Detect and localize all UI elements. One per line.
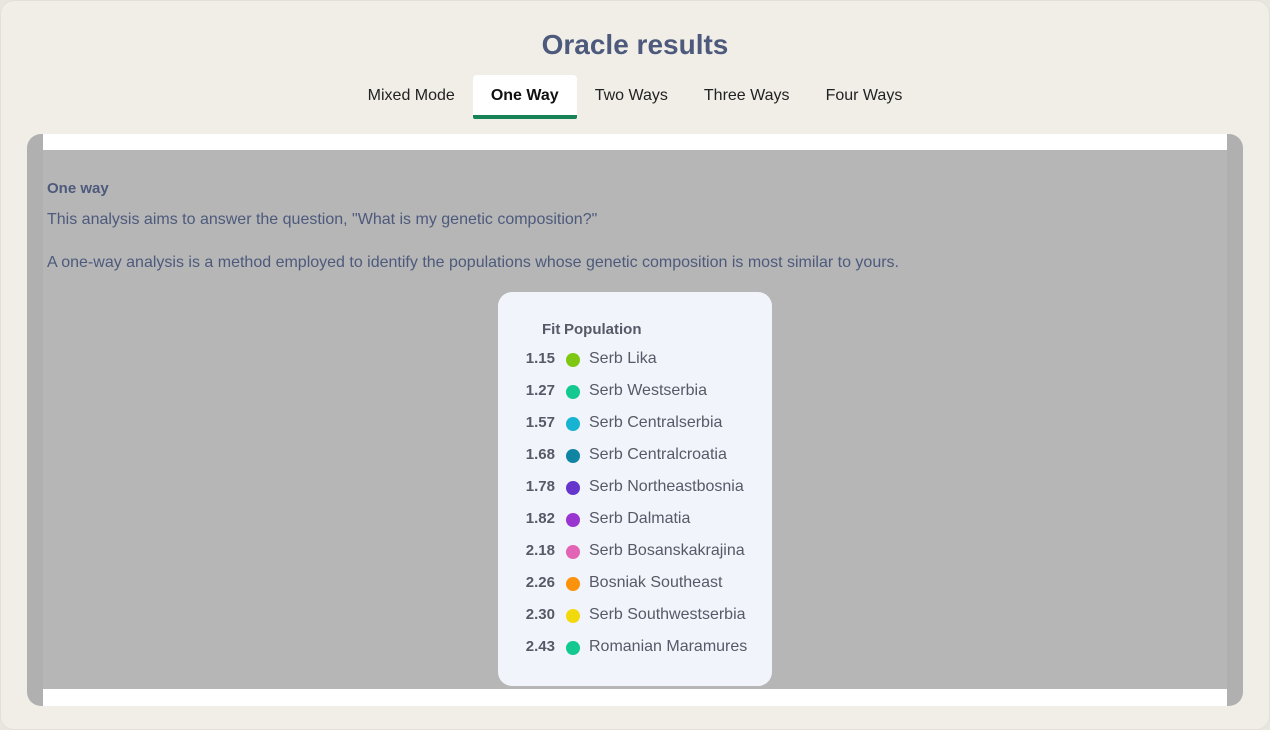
- result-row: 1.82 Serb Dalmatia: [498, 510, 772, 542]
- result-row: 2.43 Romanian Maramures: [498, 638, 772, 670]
- population-color-dot: [566, 545, 580, 559]
- population-name: Serb Centralserbia: [589, 414, 723, 431]
- population-color-dot: [566, 641, 580, 655]
- fit-value: 2.43: [525, 638, 555, 655]
- description-method: A one-way analysis is a method employed …: [47, 254, 899, 271]
- tab-three-ways[interactable]: Three Ways: [686, 75, 808, 119]
- fit-column-header: Fit: [542, 321, 561, 338]
- description-question: This analysis aims to answer the questio…: [47, 211, 598, 228]
- population-color-dot: [566, 481, 580, 495]
- page-title: Oracle results: [541, 29, 729, 60]
- fit-value: 2.18: [525, 542, 555, 559]
- fit-value: 1.57: [525, 414, 555, 431]
- population-color-dot: [566, 449, 580, 463]
- population-color-dot: [566, 417, 580, 431]
- population-color-dot: [566, 609, 580, 623]
- population-color-dot: [566, 577, 580, 591]
- result-row: 1.78 Serb Northeastbosnia: [498, 478, 772, 510]
- population-column-header: Population: [564, 321, 642, 338]
- result-row: 1.57 Serb Centralserbia: [498, 414, 772, 446]
- population-name: Romanian Maramures: [589, 638, 748, 655]
- result-row: 2.30 Serb Southwestserbia: [498, 606, 772, 638]
- result-row: 1.15 Serb Lika: [498, 350, 772, 382]
- fit-value: 1.82: [525, 510, 555, 527]
- tab-four-ways[interactable]: Four Ways: [808, 75, 921, 119]
- population-name: Serb Dalmatia: [589, 510, 691, 527]
- population-color-dot: [566, 385, 580, 399]
- result-row: 1.27 Serb Westserbia: [498, 382, 772, 414]
- fit-value: 2.30: [525, 606, 555, 623]
- population-name: Serb Bosanskakrajina: [589, 542, 745, 559]
- population-color-dot: [566, 353, 580, 367]
- population-name: Serb Westserbia: [589, 382, 707, 399]
- fit-value: 1.15: [525, 350, 555, 367]
- population-name: Serb Lika: [589, 350, 657, 367]
- result-row: 1.68 Serb Centralcroatia: [498, 446, 772, 478]
- result-row: 2.18 Serb Bosanskakrajina: [498, 542, 772, 574]
- result-row: 2.26 Bosniak Southeast: [498, 574, 772, 606]
- tab-mixed-mode[interactable]: Mixed Mode: [350, 75, 473, 119]
- fit-value: 1.27: [525, 382, 555, 399]
- tab-bar: Mixed Mode One Way Two Ways Three Ways F…: [1, 75, 1269, 119]
- population-name: Bosniak Southeast: [589, 574, 723, 591]
- results-card: Fit Population 1.15 Serb Lika 1.27 Serb Wes…: [498, 292, 772, 686]
- section-title: One way: [47, 180, 109, 197]
- population-name: Serb Centralcroatia: [589, 446, 727, 463]
- fit-value: 1.68: [525, 446, 555, 463]
- population-name: Serb Southwestserbia: [589, 606, 746, 623]
- population-color-dot: [566, 513, 580, 527]
- population-name: Serb Northeastbosnia: [589, 478, 744, 495]
- fit-value: 1.78: [525, 478, 555, 495]
- tab-two-ways[interactable]: Two Ways: [577, 75, 686, 119]
- tab-one-way[interactable]: One Way: [472, 75, 577, 119]
- fit-value: 2.26: [525, 574, 555, 591]
